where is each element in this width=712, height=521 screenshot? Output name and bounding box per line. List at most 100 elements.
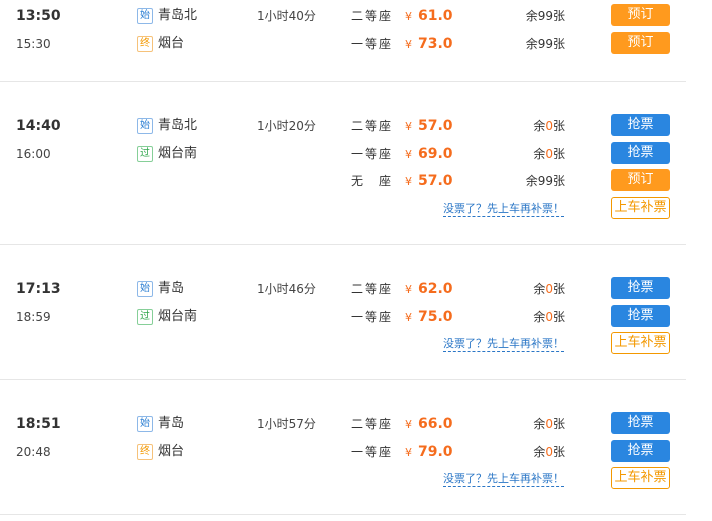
remain-count: 0 [545, 444, 553, 459]
remain-count: 0 [545, 282, 553, 296]
destination-badge: 过 [137, 309, 153, 325]
board-then-pay-button[interactable]: 上车补票 [611, 467, 670, 489]
remain-prefix: 余 [525, 174, 538, 188]
remain-prefix: 余 [533, 417, 546, 431]
arrival-time: 15:30 [16, 37, 51, 51]
seat-class: 一等座 [351, 309, 391, 324]
book-button[interactable]: 预订 [611, 169, 670, 191]
seat-price: ¥57.0 [405, 116, 453, 137]
remain-suffix: 张 [552, 9, 565, 23]
grab-ticket-button[interactable]: 抢票 [611, 439, 670, 462]
grab-ticket-button[interactable]: 抢票 [611, 304, 670, 327]
currency-symbol: ¥ [405, 445, 412, 459]
grab-ticket-button[interactable]: 抢票 [611, 277, 670, 299]
price-value: 57.0 [418, 173, 453, 189]
row-divider [0, 379, 686, 380]
remain-prefix: 余 [525, 9, 538, 23]
remain-suffix: 张 [552, 417, 565, 431]
grab-ticket-button[interactable]: 抢票 [611, 412, 670, 434]
duration: 1小时40分 [257, 9, 316, 23]
price-value: 69.0 [418, 145, 453, 162]
seats-remaining: 余0张 [480, 144, 565, 164]
board-then-pay-button[interactable]: 上车补票 [611, 196, 670, 219]
seat-price: ¥61.0 [405, 6, 453, 27]
remain-prefix: 余 [525, 36, 538, 51]
remain-count: 0 [545, 119, 553, 133]
book-button[interactable]: 预订 [611, 4, 670, 26]
remain-suffix: 张 [552, 119, 565, 133]
seats-remaining: 余0张 [480, 279, 565, 299]
origin-badge: 始 [137, 281, 153, 297]
seat-price: ¥79.0 [405, 442, 453, 463]
seats-remaining: 余99张 [480, 171, 565, 191]
remain-suffix: 张 [552, 309, 565, 324]
destination-station: 烟台 [158, 36, 185, 51]
destination-station: 烟台南 [158, 146, 198, 161]
board-first-hint-link[interactable]: 没票了？先上车再补票！ [443, 337, 564, 352]
arrival-time: 16:00 [16, 147, 51, 161]
currency-symbol: ¥ [405, 37, 412, 51]
remain-suffix: 张 [552, 36, 565, 51]
price-value: 79.0 [418, 443, 453, 460]
remain-suffix: 张 [552, 444, 565, 459]
seats-remaining: 余99张 [480, 6, 565, 26]
duration: 1小时46分 [257, 282, 316, 296]
book-button[interactable]: 预订 [611, 31, 670, 54]
grab-ticket-button[interactable]: 抢票 [611, 141, 670, 164]
destination-station: 烟台 [158, 444, 185, 459]
seat-class: 无座 [351, 174, 391, 188]
price-value: 73.0 [418, 35, 453, 52]
seat-class: 二等座 [351, 417, 391, 431]
origin-badge: 始 [137, 8, 153, 24]
currency-symbol: ¥ [405, 147, 412, 161]
origin-station: 青岛北 [158, 118, 198, 133]
destination-badge: 终 [137, 36, 153, 52]
currency-symbol: ¥ [405, 120, 412, 133]
origin-badge: 始 [137, 118, 153, 134]
remain-count: 0 [545, 417, 553, 431]
currency-symbol: ¥ [405, 283, 412, 296]
seat-class: 二等座 [351, 119, 391, 133]
remain-prefix: 余 [533, 309, 546, 324]
grab-ticket-button[interactable]: 抢票 [611, 114, 670, 136]
row-divider [0, 514, 686, 515]
seat-price: ¥73.0 [405, 34, 453, 55]
price-value: 75.0 [418, 308, 453, 325]
origin-station: 青岛北 [158, 8, 198, 23]
seats-remaining: 余0张 [480, 442, 565, 462]
currency-symbol: ¥ [405, 310, 412, 324]
departure-time: 18:51 [16, 416, 61, 432]
price-value: 62.0 [418, 281, 453, 297]
seat-price: ¥69.0 [405, 144, 453, 165]
departure-time: 14:40 [16, 118, 61, 134]
seat-class: 二等座 [351, 282, 391, 296]
row-divider [0, 244, 686, 245]
remain-prefix: 余 [533, 119, 546, 133]
remain-suffix: 张 [552, 282, 565, 296]
price-value: 57.0 [418, 118, 453, 134]
remain-prefix: 余 [533, 282, 546, 296]
seats-remaining: 余0张 [480, 307, 565, 327]
duration: 1小时20分 [257, 119, 316, 133]
departure-time: 17:13 [16, 281, 61, 297]
seat-price: ¥66.0 [405, 414, 453, 435]
currency-symbol: ¥ [405, 175, 412, 188]
seat-price: ¥75.0 [405, 307, 453, 328]
destination-station: 烟台南 [158, 309, 198, 324]
arrival-time: 18:59 [16, 310, 51, 324]
seats-remaining: 余0张 [480, 116, 565, 136]
price-value: 61.0 [418, 8, 453, 24]
board-then-pay-button[interactable]: 上车补票 [611, 332, 670, 354]
seat-class: 一等座 [351, 36, 391, 51]
currency-symbol: ¥ [405, 10, 412, 23]
remain-count: 0 [545, 146, 553, 161]
currency-symbol: ¥ [405, 418, 412, 431]
remain-prefix: 余 [533, 444, 546, 459]
departure-time: 13:50 [16, 8, 61, 24]
board-first-hint-link[interactable]: 没票了？先上车再补票！ [443, 202, 564, 217]
duration: 1小时57分 [257, 417, 316, 431]
origin-station: 青岛 [158, 281, 185, 296]
board-first-hint-link[interactable]: 没票了？先上车再补票！ [443, 472, 564, 487]
remain-count: 99 [537, 9, 553, 23]
remain-count: 99 [537, 174, 553, 188]
